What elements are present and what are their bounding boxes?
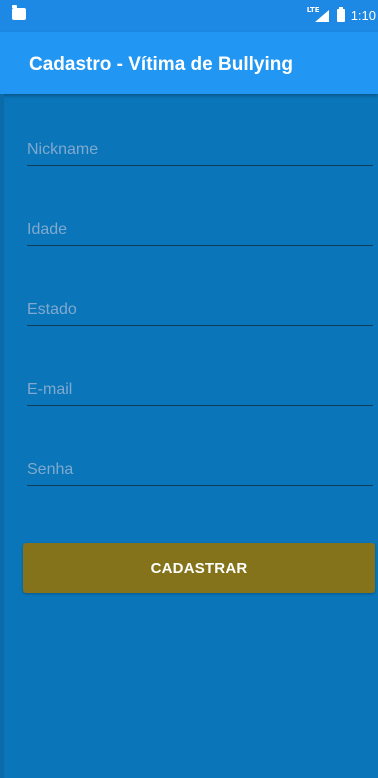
status-icons: LTE 1:10 [307,6,376,24]
password-field[interactable] [27,454,373,486]
status-bar: LTE 1:10 [0,0,378,32]
page-title: Cadastro - Vítima de Bullying [29,54,293,75]
age-field[interactable] [27,214,373,246]
register-button[interactable]: CADASTRAR [23,543,375,593]
email-input[interactable] [27,378,373,402]
state-field[interactable] [27,294,373,326]
status-time: 1:10 [350,7,376,23]
state-input[interactable] [27,298,373,322]
nickname-input[interactable] [27,138,373,162]
signal-icon: LTE [307,6,329,22]
left-edge-divider [0,94,4,778]
app-toolbar: Cadastro - Vítima de Bullying [0,32,378,94]
signal-strength-icon [314,10,329,22]
nickname-field[interactable] [27,134,373,166]
battery-icon [336,6,345,22]
email-field[interactable] [27,374,373,406]
app-screen: LTE 1:10 Cadastro - Vítima de Bullying C… [0,0,378,778]
password-input[interactable] [27,458,373,482]
age-input[interactable] [27,218,373,242]
sd-card-icon [12,5,26,20]
